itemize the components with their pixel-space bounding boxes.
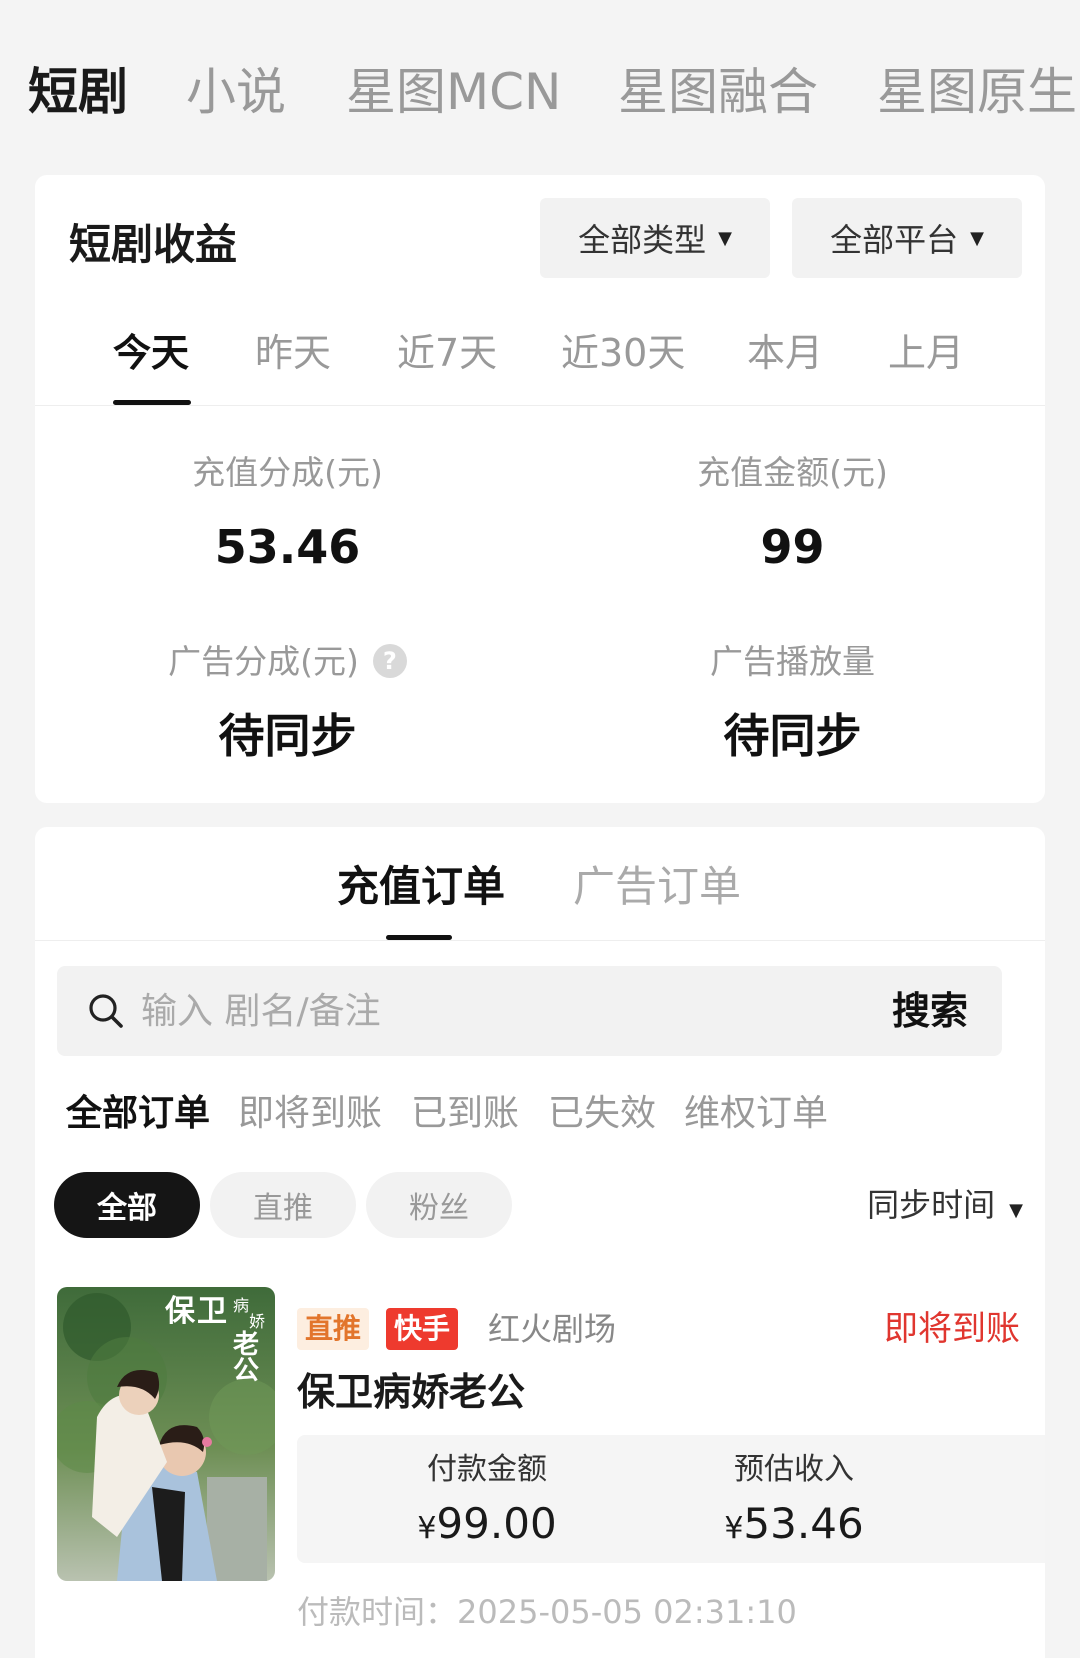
est-income: 预估收入 ¥53.46 [634,1449,954,1558]
range-tab-30days[interactable]: 近30天 [561,323,685,383]
range-tab-this-month[interactable]: 本月 [747,323,823,383]
range-tab-today[interactable]: 今天 [113,323,189,383]
tab-recharge-orders[interactable]: 充值订单 [337,857,505,917]
search-icon [89,994,123,1028]
top-tab-novel[interactable]: 小说 [186,52,286,132]
earnings-card: 短剧收益 全部类型 ▼ 全部平台 ▼ 今天 昨天 近7天 近30天 本月 上月 … [35,175,1045,803]
recharge-share-label: 充值分成(元) [192,453,383,492]
chip-fans[interactable]: 粉丝 [366,1172,512,1238]
status-badge: 即将到账 [884,1309,1020,1349]
top-tab-short-drama[interactable]: 短剧 [28,52,128,132]
top-category-tabs: 短剧 小说 星图MCN 星图融合 星图原生 [0,0,1080,175]
search-input[interactable] [141,981,841,1041]
cover-artwork: 保 卫 病 娇 老 公 [57,1287,275,1581]
recharge-amount-value: 99 [760,520,825,574]
cover-title-char-2: 卫 [197,1294,227,1329]
top-tab-xingtu-fusion[interactable]: 星图融合 [618,52,818,132]
est-income-value: 53.46 [743,1499,864,1548]
ad-plays-stat: 广告播放量 待同步 [540,637,1045,771]
search-button[interactable]: 搜索 [892,981,968,1041]
ad-plays-label: 广告播放量 [710,642,875,681]
divider [35,405,1045,406]
pay-amount-value: 99.00 [436,1499,557,1548]
top-tab-xingtu-native[interactable]: 星图原生 [877,52,1077,132]
drama-cover-image[interactable]: 保 卫 病 娇 老 公 [57,1287,275,1581]
type-filter-dropdown[interactable]: 全部类型 ▼ [540,198,770,278]
sort-label: 同步时间 [867,1186,996,1224]
recharge-share-value: 53.46 [214,520,361,574]
platform-filter-label: 全部平台 [830,221,959,259]
tag-direct: 直推 [297,1308,370,1350]
top-tab-xingtu-mcn[interactable]: 星图MCN [346,52,561,132]
caret-down-icon: ▼ [1009,1200,1023,1221]
ad-share-label: 广告分成(元) [168,642,359,681]
divider [35,940,1045,941]
ad-share-value: 待同步 [218,709,357,763]
range-tab-yesterday[interactable]: 昨天 [255,323,331,383]
search-bar: 搜索 [57,966,1002,1056]
range-tab-last-month[interactable]: 上月 [888,323,964,383]
recharge-amount-label: 充值金额(元) [697,453,888,492]
currency-symbol: ¥ [724,1511,744,1546]
cover-title-char-3: 病 [233,1296,249,1315]
type-filter-label: 全部类型 [578,221,707,259]
tab-ad-orders[interactable]: 广告订单 [573,857,741,917]
source-label: 红火剧场 [488,1310,617,1348]
pay-amount: 付款金额 ¥99.00 [327,1449,647,1558]
caret-down-icon: ▼ [718,227,732,249]
earnings-title: 短剧收益 [69,220,238,269]
pay-amount-label: 付款金额 [427,1452,547,1487]
cover-title-char-1: 保 [165,1294,196,1329]
ad-plays-value: 待同步 [723,709,862,763]
drama-title[interactable]: 保卫病娇老公 [297,1362,525,1422]
paid-time: 付款时间：2025-05-05 02:31:10 [297,1593,797,1631]
help-icon[interactable]: ? [372,643,407,678]
cover-title-char-6: 公 [233,1356,259,1386]
status-tab-dispute[interactable]: 维权订单 [684,1084,828,1144]
est-income-label: 预估收入 [734,1452,854,1487]
tag-kuaishou: 快手 [386,1308,459,1350]
platform-filter-dropdown[interactable]: 全部平台 ▼ [792,198,1022,278]
caret-down-icon: ▼ [970,227,984,249]
amount-panel: 付款金额 ¥99.00 预估收入 ¥53.46 [297,1435,1045,1563]
chip-direct[interactable]: 直推 [210,1172,356,1238]
currency-symbol: ¥ [417,1511,437,1546]
ad-share-stat: 广告分成(元)? 待同步 [35,637,540,771]
status-tab-arrived[interactable]: 已到账 [411,1084,519,1144]
status-tab-arriving[interactable]: 即将到账 [238,1084,382,1144]
recharge-share-stat: 充值分成(元) 53.46 [35,448,540,582]
status-tab-expired[interactable]: 已失效 [548,1084,656,1144]
recharge-amount-stat: 充值金额(元) 99 [540,448,1045,582]
chip-all[interactable]: 全部 [54,1172,200,1238]
range-tab-7days[interactable]: 近7天 [397,323,497,383]
status-tab-all-orders[interactable]: 全部订单 [66,1084,210,1144]
orders-card: 充值订单 广告订单 搜索 全部订单 即将到账 已到账 已失效 维权订单 全部 直… [35,827,1045,1658]
order-item[interactable]: 保 卫 病 娇 老 公 直推 快手 红火剧场 即将到账 保卫病娇老公 付款金额 … [35,1287,1045,1658]
cover-title-char-4: 娇 [249,1312,265,1331]
sort-dropdown[interactable]: 同步时间 ▼ [867,1177,1023,1239]
